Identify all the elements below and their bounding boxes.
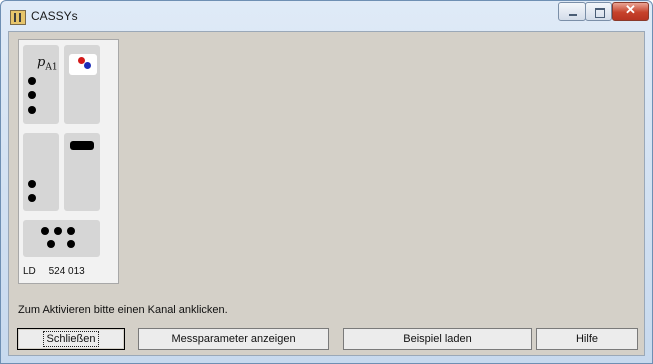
load-example-button[interactable]: Beispiel laden <box>343 328 532 350</box>
cassy-device: pA1 LD 524 013 <box>18 39 119 284</box>
manufacturer-label: LD <box>23 266 36 277</box>
app-icon <box>10 10 26 25</box>
socket-dot <box>41 227 49 235</box>
socket-dot <box>28 91 36 99</box>
socket-dot <box>28 77 36 85</box>
channel-a-panel[interactable]: pA1 <box>23 45 59 124</box>
socket-dot <box>28 194 36 202</box>
socket-dot <box>67 227 75 235</box>
maximize-button[interactable] <box>585 2 612 21</box>
minimize-icon <box>569 14 577 16</box>
close-button[interactable]: Schließen <box>17 328 125 350</box>
connector-icon <box>70 141 94 150</box>
cassys-window: CASSYs ✕ pA1 LD 524 013 Zum Aktivieren b… <box>0 0 653 364</box>
device-id: LD 524 013 <box>23 266 118 277</box>
show-params-button[interactable]: Messparameter anzeigen <box>138 328 329 350</box>
channel-b-panel[interactable] <box>23 133 59 211</box>
window-title: CASSYs <box>31 9 78 23</box>
close-window-button[interactable]: ✕ <box>612 2 649 21</box>
title-bar[interactable]: CASSYs ✕ <box>1 1 652 31</box>
sensor-box-slot <box>69 54 97 75</box>
connector-panel[interactable] <box>64 133 100 211</box>
socket-dot <box>28 180 36 188</box>
client-area: pA1 LD 524 013 Zum Aktivieren bitte eine… <box>8 31 645 356</box>
socket-dot <box>47 240 55 248</box>
relay-panel[interactable] <box>23 220 100 257</box>
socket-dot <box>67 240 75 248</box>
hint-text: Zum Aktivieren bitte einen Kanal anklick… <box>18 304 228 316</box>
maximize-icon <box>595 8 605 18</box>
close-icon: ✕ <box>625 2 636 17</box>
sensor-label: pA1 <box>37 55 58 73</box>
minimize-button[interactable] <box>558 2 586 21</box>
help-button[interactable]: Hilfe <box>536 328 638 350</box>
socket-dot <box>28 106 36 114</box>
sensor-slot-panel[interactable] <box>64 45 100 124</box>
article-number: 524 013 <box>48 266 85 277</box>
blue-socket-icon <box>84 62 91 69</box>
socket-dot <box>54 227 62 235</box>
